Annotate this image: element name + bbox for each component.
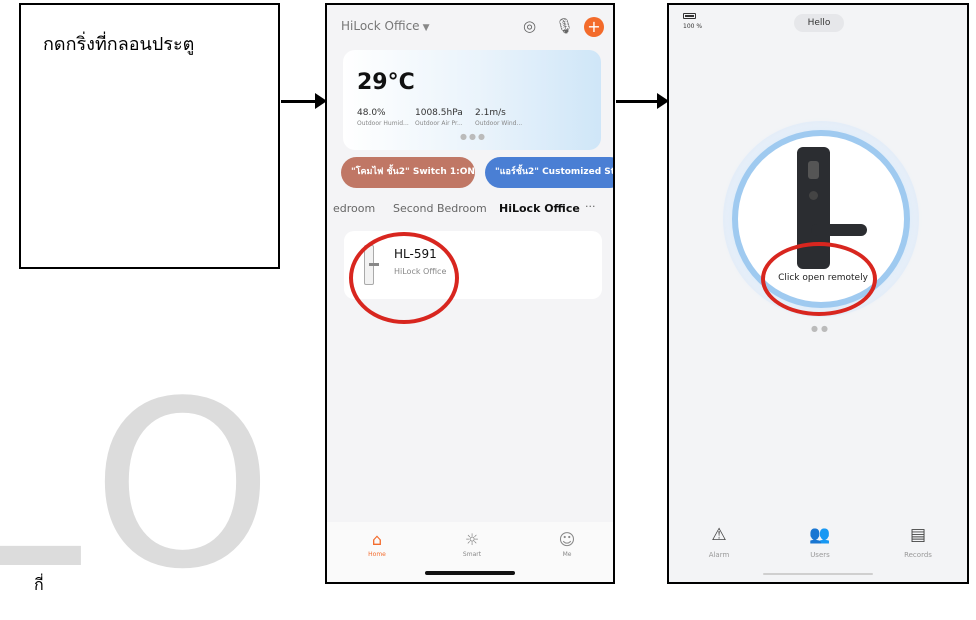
watermark-left: LO bbox=[0, 353, 291, 620]
carousel-dots: ●●● bbox=[460, 132, 487, 141]
nav-users-label: Users bbox=[810, 551, 830, 559]
nav-alarm[interactable]: ⚠ Alarm bbox=[689, 525, 749, 559]
home-icon: ⌂ bbox=[371, 530, 383, 549]
app-home-screen: HiLock Office ▼ ◎ 🎙 + 29°C 48.0% Outdoor … bbox=[325, 3, 615, 584]
bottom-nav: ⌂ Home ☼ Smart ☺ Me bbox=[327, 522, 613, 582]
highlight-circle-device bbox=[349, 232, 459, 324]
temperature: 29°C bbox=[357, 70, 415, 95]
home-indicator bbox=[425, 571, 515, 575]
microphone-icon[interactable]: 🎙 bbox=[555, 17, 574, 35]
pressure-value: 1008.5hPa bbox=[415, 108, 463, 118]
home-selector[interactable]: HiLock Office ▼ bbox=[341, 19, 429, 33]
page-dots: ●● bbox=[811, 324, 831, 333]
humidity-value: 48.0% bbox=[357, 108, 386, 118]
alarm-icon: ⚠ bbox=[711, 525, 727, 545]
calendar-icon: ▤ bbox=[909, 525, 927, 545]
tab-second-bedroom[interactable]: Second Bedroom bbox=[393, 202, 487, 215]
tab-hilock-office[interactable]: HiLock Office bbox=[499, 202, 580, 215]
instruction-box: กดกริ่งที่กลอนประตู bbox=[19, 3, 280, 269]
arrow-to-app bbox=[281, 93, 327, 109]
weather-card[interactable]: 29°C 48.0% Outdoor Humid... 1008.5hPa Ou… bbox=[343, 50, 601, 150]
pressure-label: Outdoor Air Pr... bbox=[415, 120, 463, 127]
chevron-down-icon: ▼ bbox=[422, 23, 430, 33]
instruction-text: กดกริ่งที่กลอนประตู bbox=[43, 34, 195, 55]
pressure-stat: 1008.5hPa Outdoor Air Pr... bbox=[415, 108, 463, 127]
nav-home-label: Home bbox=[368, 551, 386, 558]
humidity-label: Outdoor Humid... bbox=[357, 120, 409, 127]
home-name: HiLock Office bbox=[341, 19, 420, 33]
battery-icon bbox=[683, 13, 696, 19]
wind-stat: 2.1m/s Outdoor Wind... bbox=[475, 108, 522, 127]
profile-icon: ☺ bbox=[558, 530, 576, 549]
humidity-stat: 48.0% Outdoor Humid... bbox=[357, 108, 409, 127]
more-icon[interactable]: ··· bbox=[585, 200, 596, 213]
cropped-caption: กี่ bbox=[34, 575, 44, 594]
nav-home[interactable]: ⌂ Home bbox=[352, 530, 402, 558]
add-device-button[interactable]: + bbox=[584, 17, 604, 37]
nav-records[interactable]: ▤ Records bbox=[888, 525, 948, 559]
users-icon: 👥 bbox=[809, 525, 831, 545]
scene-chip-aircon[interactable]: "แอร์ชั้น2" Customized Stat bbox=[485, 157, 613, 188]
sun-icon: ☼ bbox=[464, 530, 480, 549]
home-indicator bbox=[763, 573, 873, 575]
nav-smart[interactable]: ☼ Smart bbox=[447, 530, 497, 558]
nav-alarm-label: Alarm bbox=[708, 551, 730, 559]
greeting-badge: Hello bbox=[794, 14, 844, 32]
battery-level: 100 % bbox=[683, 23, 703, 30]
wind-label: Outdoor Wind... bbox=[475, 120, 523, 127]
wind-value: 2.1m/s bbox=[475, 108, 506, 118]
nav-records-label: Records bbox=[904, 551, 932, 559]
nav-smart-label: Smart bbox=[462, 551, 482, 558]
nav-users[interactable]: 👥 Users bbox=[790, 525, 850, 559]
highlight-circle-remote bbox=[761, 242, 877, 316]
nav-me[interactable]: ☺ Me bbox=[542, 530, 592, 558]
lock-handle-image bbox=[811, 224, 867, 236]
tab-bedroom[interactable]: edroom bbox=[333, 202, 375, 215]
nav-me-label: Me bbox=[562, 551, 572, 558]
camera-icon[interactable]: ◎ bbox=[523, 17, 536, 35]
lock-control-screen: 100 % Hello Click open remotely ●● ⚠ Ala… bbox=[667, 3, 969, 584]
scene-chip-lamp[interactable]: "โคมไฟ ชั้น2" Switch 1:ON bbox=[341, 157, 475, 188]
arrow-to-lock bbox=[616, 93, 669, 109]
